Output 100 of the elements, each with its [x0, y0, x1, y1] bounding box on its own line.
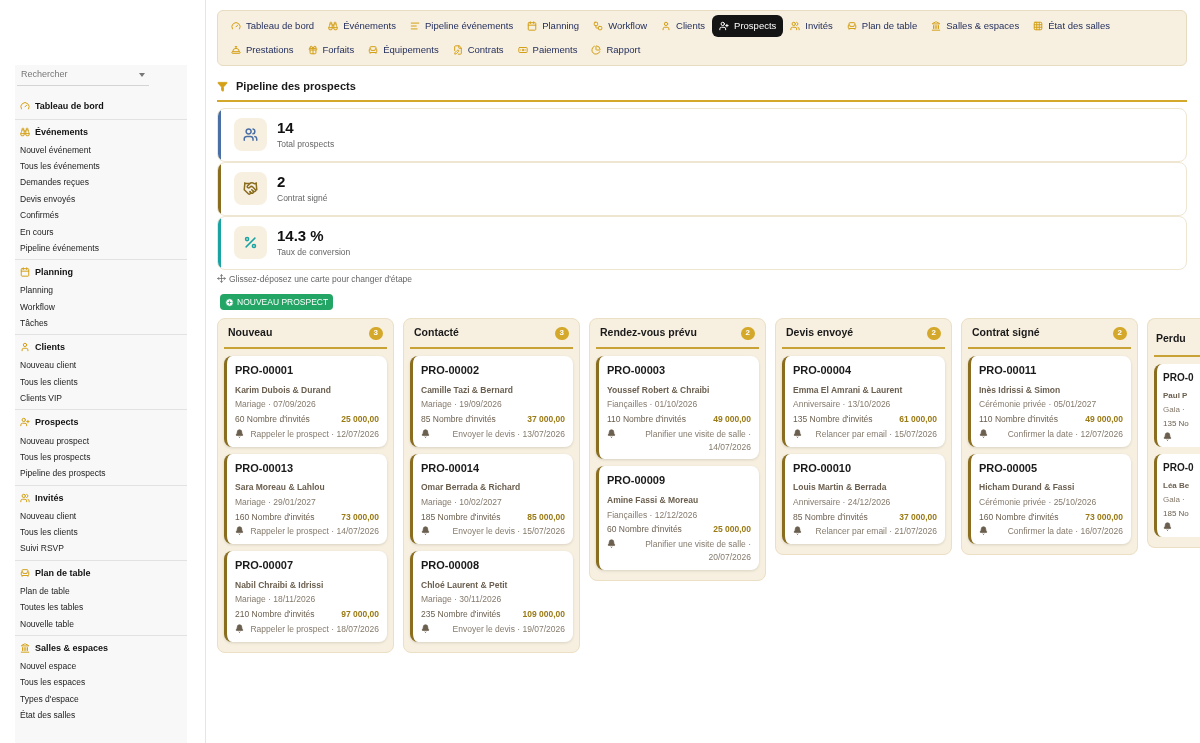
column-title: Contacté: [414, 325, 459, 341]
sidebar-item[interactable]: Types d'espace: [20, 690, 182, 707]
calendar-icon: [527, 21, 538, 31]
nav-tab[interactable]: Planning: [520, 15, 587, 37]
prospect-card[interactable]: PRO-00010 Louis Martin & Berrada Anniversaire · 24/12/2026 85 Nombre d'invités 37 000,00 Relancer par email · 21/07/2026: [782, 453, 945, 544]
event-info: Cérémonie privée · 25/10/2026: [979, 495, 1098, 509]
reminder-text: Relancer par email · 21/07/2026: [814, 525, 937, 538]
event-info: Mariage · 30/11/2026: [421, 593, 503, 606]
sidebar-section-title[interactable]: Planning: [20, 262, 182, 283]
building-icon: [931, 21, 942, 31]
event-info: Mariage · 19/09/2026: [421, 398, 503, 411]
prospect-card[interactable]: PRO-00005 Hicham Durand & Fassi Cérémonie privée · 25/10/2026 160 Nombre d'invités 73 000,00 Confirmer la date · 16/07/2026: [968, 453, 1131, 544]
bell-icon: [607, 428, 616, 438]
prospect-card[interactable]: PRO-00001 Karim Dubois & Durand Mariage · 07/09/2026 60 Nombre d'invités 25 000,00 Rappeler le prospect · 12/07/2026: [224, 356, 387, 447]
column-title: Nouveau: [228, 325, 273, 341]
nav-tab[interactable]: Équipements: [361, 39, 446, 61]
search-field[interactable]: Rechercher: [17, 65, 149, 86]
page-title: Pipeline des prospects: [236, 79, 356, 94]
sidebar-item[interactable]: Nouveau prospect: [20, 432, 182, 449]
sidebar-item[interactable]: Nouvelle table: [20, 615, 182, 632]
sidebar-item[interactable]: Nouvel espace: [20, 657, 182, 675]
sidebar-item[interactable]: Toutes les tables: [20, 599, 182, 616]
nav-tab[interactable]: Paiements: [510, 39, 585, 61]
sidebar-section-title[interactable]: Invités: [20, 487, 182, 508]
sidebar-item[interactable]: Nouvel événement: [20, 141, 182, 158]
sidebar-item[interactable]: Devis envoyés: [20, 190, 182, 207]
search-input[interactable]: Rechercher: [21, 68, 121, 82]
sidebar-section-title[interactable]: Événements: [20, 121, 182, 142]
prospect-reference: PRO-00008: [421, 558, 481, 573]
reminder-text: Confirmer la date · 12/07/2026: [1006, 427, 1123, 441]
service-bell-icon: [231, 45, 241, 55]
nav-tab[interactable]: Plan de table: [839, 15, 925, 37]
sidebar-item[interactable]: Suivi RSVP: [20, 540, 182, 557]
nav-tab[interactable]: Rapport: [584, 39, 648, 61]
bell-icon: [979, 526, 988, 536]
prospect-card[interactable]: PRO-00009 Amine Fassi & Moreau Fiançailles · 12/12/2026 60 Nombre d'invités 25 000,00 Planifier une visite de salle · 20/07/2026: [596, 466, 759, 570]
amount: 109 000,00: [522, 608, 565, 621]
sidebar-item[interactable]: Tous les clients: [20, 373, 182, 390]
guest-count: 210 Nombre d'invités: [235, 608, 315, 621]
nav-tab[interactable]: Prospects: [712, 15, 784, 37]
sidebar-item[interactable]: État des salles: [20, 706, 182, 724]
guest-count: 135 No: [1163, 418, 1190, 431]
sidebar-section-title[interactable]: Prospects: [20, 412, 182, 433]
bell-icon: [793, 526, 802, 536]
nav-tab[interactable]: Contrats: [445, 39, 511, 61]
sidebar-item[interactable]: Pipeline événements: [20, 239, 182, 257]
bell-icon: [793, 428, 802, 438]
prospect-card[interactable]: PRO-00007 Nabil Chraibi & Idrissi Mariage · 18/11/2026 210 Nombre d'invités 97 000,00 Rappeler le prospect · 18/07/2026: [224, 551, 387, 642]
sidebar-section-title[interactable]: Clients: [20, 337, 182, 358]
sidebar-item[interactable]: Plan de table: [20, 582, 182, 599]
sidebar-item[interactable]: Demandes reçues: [20, 174, 182, 191]
nav-tab[interactable]: Pipeline événements: [402, 15, 521, 37]
bell-icon: [421, 428, 430, 438]
sidebar-item[interactable]: En cours: [20, 223, 182, 240]
nav-tab[interactable]: Workflow: [586, 15, 655, 37]
sidebar-item[interactable]: Pipeline des prospects: [20, 465, 182, 482]
file-edit-icon: [452, 45, 463, 55]
nav-tab[interactable]: Invités: [783, 15, 840, 37]
prospect-card[interactable]: PRO-0 Léa Be Gala · 185 No: [1154, 454, 1200, 538]
column-title: Rendez-vous prévu: [600, 325, 697, 341]
column-title: Perdu: [1156, 332, 1186, 345]
sidebar-item[interactable]: Tous les espaces: [20, 674, 182, 691]
amount: 97 000,00: [341, 608, 379, 621]
sidebar-item[interactable]: Tous les clients: [20, 523, 182, 541]
prospect-card[interactable]: PRO-00013 Sara Moreau & Lahlou Mariage · 29/01/2027 160 Nombre d'invités 73 000,00 Rappeler le prospect · 14/07/2026: [224, 453, 387, 544]
prospect-card[interactable]: PRO-00011 Inès Idrissi & Simon Cérémonie privée · 05/01/2027 110 Nombre d'invités 49 000,00 Confirmer la date · 12/07/2026: [968, 356, 1131, 447]
bell-icon: [421, 623, 430, 633]
prospect-card[interactable]: PRO-00004 Emma El Amrani & Laurent Anniversaire · 13/10/2026 135 Nombre d'invités 61 000,00 Relancer par email · 15/07/2026: [782, 356, 945, 447]
sidebar-section-title[interactable]: Tableau de bord: [20, 95, 182, 116]
nav-tab[interactable]: Forfaits: [300, 39, 362, 61]
sidebar-item[interactable]: Tous les événements: [20, 157, 182, 175]
sidebar-item[interactable]: Tous les prospects: [20, 448, 182, 466]
sidebar-item[interactable]: Workflow: [20, 298, 182, 315]
sidebar-item[interactable]: Planning: [20, 282, 182, 299]
prospect-card[interactable]: PRO-00008 Chloé Laurent & Petit Mariage · 30/11/2026 235 Nombre d'invités 109 000,00 Envoyer le devis · 19/07/2026: [410, 551, 573, 642]
nav-tab[interactable]: Prestations: [224, 39, 301, 61]
sidebar-section-title[interactable]: Salles & espaces: [20, 637, 182, 658]
binoculars-icon: [20, 126, 30, 137]
sidebar-item[interactable]: Nouveau client: [20, 357, 182, 374]
prospect-card[interactable]: PRO-0 Paul P Gala · 135 No: [1154, 364, 1200, 448]
nav-tab[interactable]: Clients: [654, 15, 713, 37]
sidebar-item[interactable]: Clients VIP: [20, 390, 182, 407]
stat-label: Total prospects: [277, 137, 335, 151]
nav-tab[interactable]: Tableau de bord: [224, 15, 322, 37]
prospect-card[interactable]: PRO-00002 Camille Tazi & Bernard Mariage · 19/09/2026 85 Nombre d'invités 37 000,00 Envoyer le devis · 13/07/2026: [410, 356, 573, 447]
sidebar-item[interactable]: Confirmés: [20, 207, 182, 224]
amount: 49 000,00: [1085, 413, 1123, 426]
nav-tab[interactable]: État des salles: [1026, 15, 1117, 37]
sidebar-item[interactable]: Tâches: [20, 314, 182, 332]
user-icon: [661, 21, 672, 31]
prospect-reference: PRO-00014: [421, 460, 481, 476]
nav-tab[interactable]: Salles & espaces: [924, 15, 1027, 37]
prospect-name: Youssef Robert & Chraibi: [607, 383, 711, 397]
prospect-card[interactable]: PRO-00014 Omar Berrada & Richard Mariage · 10/02/2027 185 Nombre d'invités 85 000,00 Envoyer le devis · 15/07/2026: [410, 453, 573, 544]
bell-icon: [235, 526, 244, 536]
prospect-card[interactable]: PRO-00003 Youssef Robert & Chraibi Fiançailles · 01/10/2026 110 Nombre d'invités 49 000,00 Planifier une visite de salle · 14/07/2026: [596, 356, 759, 460]
sidebar-section-title[interactable]: Plan de table: [20, 562, 182, 583]
sidebar-item[interactable]: Nouveau client: [20, 507, 182, 524]
prospect-reference: PRO-00002: [421, 363, 481, 378]
nav-tab[interactable]: Événements: [321, 15, 403, 37]
